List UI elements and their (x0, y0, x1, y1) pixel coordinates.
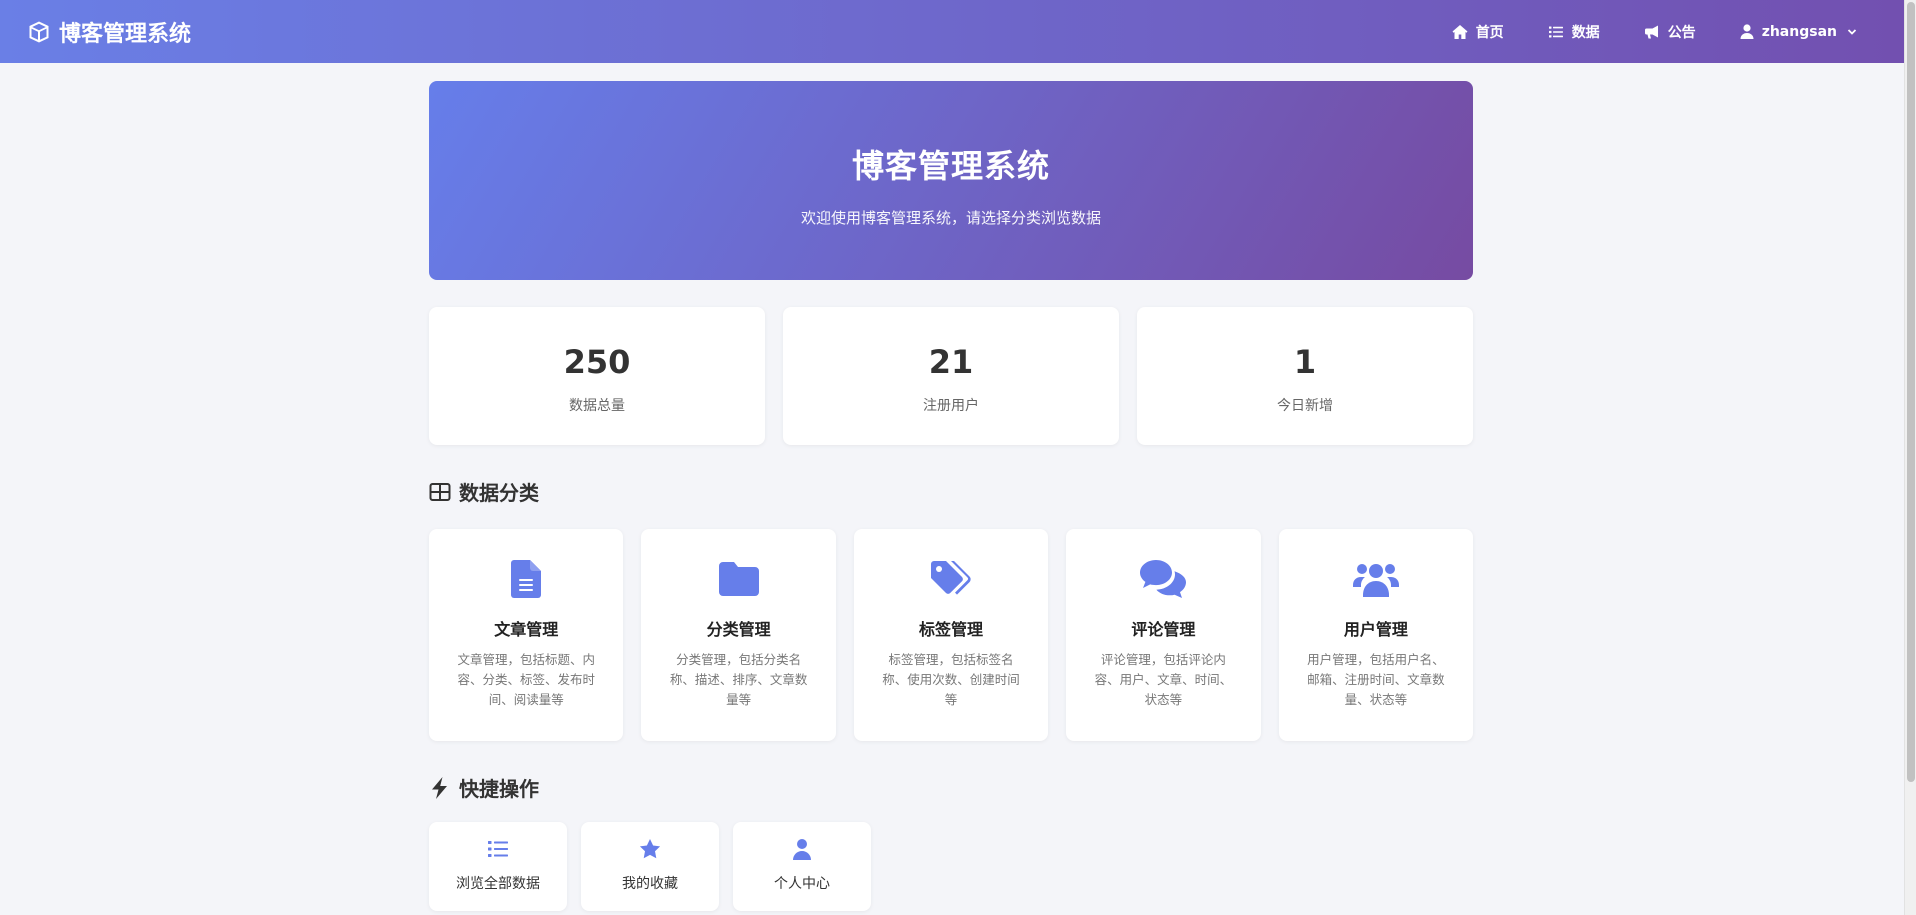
quick-label: 浏览全部数据 (456, 876, 540, 892)
nav-links: 首页 数据 公告 zhangsan (1452, 22, 1857, 42)
quick-favorites[interactable]: 我的收藏 (581, 822, 719, 911)
stat-value: 21 (928, 343, 974, 381)
list-icon (1548, 26, 1563, 37)
category-cards: 文章管理 文章管理，包括标题、内容、分类、标签、发布时间、阅读量等 分类管理 分… (429, 529, 1474, 741)
home-icon (1452, 24, 1468, 39)
table-icon (429, 482, 451, 501)
stat-value: 1 (1293, 343, 1317, 381)
user-icon (1740, 24, 1754, 39)
stats-row: 250 数据总量 21 注册用户 1 今日新增 (429, 307, 1473, 445)
stat-card-total: 250 数据总量 (429, 307, 765, 445)
quick-actions-heading: 快捷操作 (429, 773, 1473, 802)
categories-heading: 数据分类 (429, 477, 1473, 506)
comments-icon (1140, 560, 1187, 598)
category-desc: 用户管理，包括用户名、邮箱、注册时间、文章数量、状态等 (1307, 652, 1445, 707)
stat-label: 注册用户 (923, 398, 979, 414)
stat-label: 数据总量 (569, 398, 625, 414)
nav-announcement[interactable]: 公告 (1644, 22, 1696, 42)
stat-card-users: 21 注册用户 (783, 307, 1119, 445)
category-desc: 文章管理，包括标题、内容、分类、标签、发布时间、阅读量等 (457, 652, 595, 707)
scrollbar[interactable] (1904, 0, 1916, 915)
category-desc: 评论管理，包括评论内容、用户、文章、时间、状态等 (1094, 652, 1233, 707)
chevron-down-icon (1847, 28, 1857, 35)
category-title: 文章管理 (494, 620, 559, 639)
scrollbar-thumb[interactable] (1907, 2, 1915, 782)
list-icon (488, 841, 508, 857)
user-menu[interactable]: zhangsan (1740, 24, 1857, 40)
category-title: 分类管理 (706, 620, 771, 639)
hero-title: 博客管理系统 (851, 147, 1050, 185)
category-title: 用户管理 (1343, 620, 1408, 639)
category-card-tags[interactable]: 标签管理 标签管理，包括标签名称、使用次数、创建时间等 (853, 529, 1049, 741)
categories-title: 数据分类 (459, 481, 539, 505)
folder-icon (718, 562, 759, 596)
main-content: 博客管理系统 欢迎使用博客管理系统，请选择分类浏览数据 250 数据总量 21 … (429, 81, 1474, 911)
quick-actions-title: 快捷操作 (459, 777, 539, 801)
category-title: 标签管理 (919, 620, 984, 639)
nav-announcement-label: 公告 (1667, 24, 1696, 41)
category-card-articles[interactable]: 文章管理 文章管理，包括标题、内容、分类、标签、发布时间、阅读量等 (429, 529, 624, 741)
category-card-categories[interactable]: 分类管理 分类管理，包括分类名称、描述、排序、文章数量等 (641, 529, 836, 741)
quick-actions: 浏览全部数据 我的收藏 个人中心 (429, 822, 1473, 911)
quick-browse-all[interactable]: 浏览全部数据 (429, 822, 567, 911)
bolt-icon (432, 776, 447, 799)
user-icon (793, 839, 811, 860)
top-navbar: 博客管理系统 首页 数据 公告 zhangsan (0, 0, 1904, 63)
category-desc: 标签管理，包括标签名称、使用次数、创建时间等 (882, 652, 1020, 707)
category-card-comments[interactable]: 评论管理 评论管理，包括评论内容、用户、文章、时间、状态等 (1066, 529, 1261, 741)
brand[interactable]: 博客管理系统 (27, 16, 191, 48)
category-card-users[interactable]: 用户管理 用户管理，包括用户名、邮箱、注册时间、文章数量、状态等 (1278, 529, 1474, 741)
cube-icon (29, 21, 49, 42)
brand-title: 博客管理系统 (59, 21, 192, 47)
bullhorn-icon (1644, 25, 1658, 38)
nav-home[interactable]: 首页 (1452, 22, 1504, 42)
nav-home-label: 首页 (1475, 24, 1504, 41)
hero-banner: 博客管理系统 欢迎使用博客管理系统，请选择分类浏览数据 (429, 81, 1473, 280)
nav-data-label: 数据 (1571, 24, 1600, 41)
quick-label: 我的收藏 (622, 876, 678, 892)
stat-value: 250 (563, 343, 631, 381)
category-desc: 分类管理，包括分类名称、描述、排序、文章数量等 (669, 652, 808, 707)
users-icon (1352, 564, 1399, 597)
stat-card-today: 1 今日新增 (1137, 307, 1473, 445)
stat-label: 今日新增 (1277, 398, 1333, 414)
nav-data[interactable]: 数据 (1548, 22, 1600, 42)
quick-profile[interactable]: 个人中心 (733, 822, 871, 911)
hero-subtitle: 欢迎使用博客管理系统，请选择分类浏览数据 (800, 209, 1101, 227)
quick-label: 个人中心 (774, 876, 830, 892)
category-title: 评论管理 (1131, 620, 1196, 639)
user-name: zhangsan (1761, 23, 1837, 40)
tags-icon (931, 561, 971, 595)
star-icon (639, 839, 661, 859)
file-icon (511, 560, 542, 598)
